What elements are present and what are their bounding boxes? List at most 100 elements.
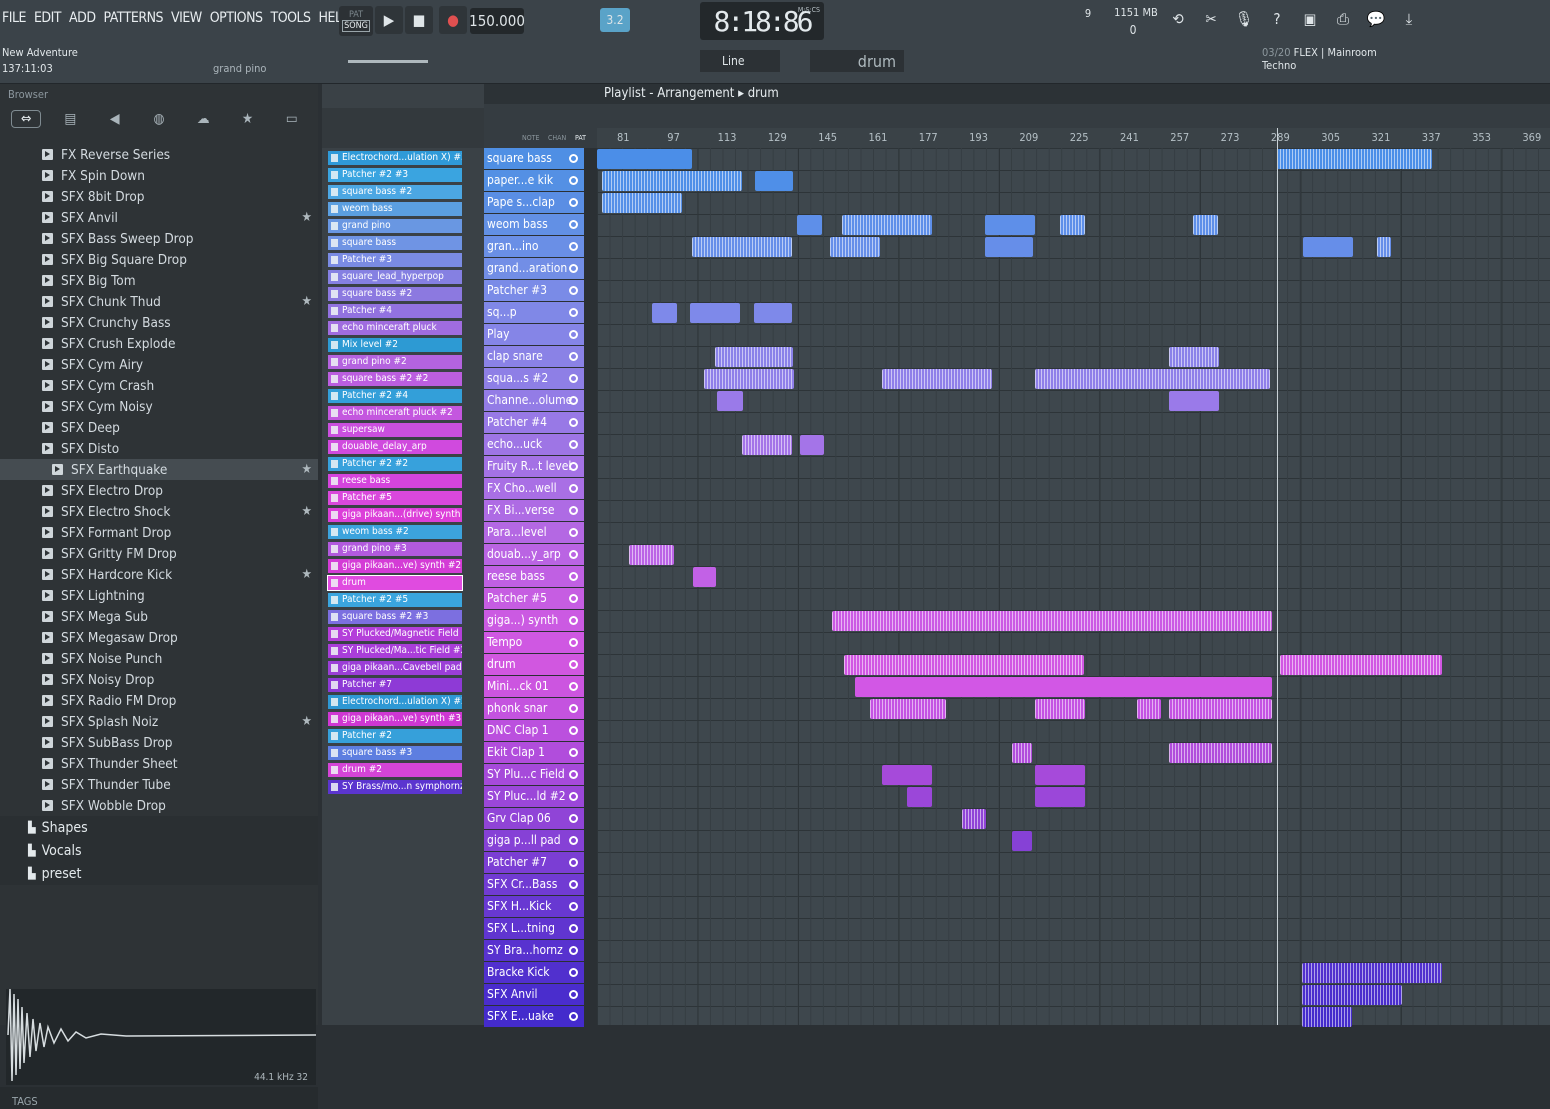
channel-button[interactable]: grand pino xyxy=(328,219,462,233)
track-mute-icon[interactable] xyxy=(569,374,578,383)
channel-button[interactable]: giga pikaan...(drive) synth xyxy=(328,508,462,522)
track-header[interactable]: DNC Clap 1 xyxy=(484,720,584,741)
channel-button[interactable]: Patcher #3 xyxy=(328,253,462,267)
track-header[interactable]: Play xyxy=(484,324,584,345)
menu-item[interactable]: OPTIONS xyxy=(210,10,263,26)
browser-item[interactable]: SFX Crunchy Bass xyxy=(0,312,318,333)
browser-item[interactable]: SFX Big Tom xyxy=(0,270,318,291)
channel-button[interactable]: Patcher #2 #4 xyxy=(328,389,462,403)
browser-item[interactable]: SFX Earthquake ★ xyxy=(0,459,318,480)
speaker-tab-icon[interactable]: ◀ xyxy=(100,111,130,127)
pattern-clip[interactable] xyxy=(844,655,1084,675)
track-header[interactable]: SY Plu...c Field xyxy=(484,764,584,785)
track-mute-icon[interactable] xyxy=(569,440,578,449)
pattern-clip[interactable] xyxy=(652,303,677,323)
star-icon[interactable]: ★ xyxy=(302,210,313,225)
pattern-clip[interactable] xyxy=(1012,743,1032,763)
browser-folder[interactable]: ▙ Shapes xyxy=(0,816,318,839)
browser-item[interactable]: SFX Cym Crash xyxy=(0,375,318,396)
track-header[interactable]: Ekit Clap 1 xyxy=(484,742,584,763)
track-header[interactable]: phonk snar xyxy=(484,698,584,719)
browser-item[interactable]: SFX Radio FM Drop xyxy=(0,690,318,711)
track-header[interactable]: Fruity R...t level xyxy=(484,456,584,477)
browser-item[interactable]: SFX Mega Sub xyxy=(0,606,318,627)
master-volume-slider[interactable] xyxy=(348,60,428,63)
cut-icon[interactable]: ✂ xyxy=(1197,5,1225,33)
channel-button[interactable]: douable_delay_arp xyxy=(328,440,462,454)
pattern-clip[interactable] xyxy=(1035,765,1085,785)
browser-item[interactable]: SFX Lightning xyxy=(0,585,318,606)
track-mute-icon[interactable] xyxy=(569,594,578,603)
star-icon[interactable]: ★ xyxy=(302,567,313,582)
menu-item[interactable]: ADD xyxy=(69,10,96,26)
track-header[interactable]: paper...e kik xyxy=(484,170,584,191)
track-mute-icon[interactable] xyxy=(569,154,578,163)
channel-button[interactable]: supersaw xyxy=(328,423,462,437)
track-mute-icon[interactable] xyxy=(569,572,578,581)
track-mute-icon[interactable] xyxy=(569,836,578,845)
channel-button[interactable]: Patcher #7 xyxy=(328,678,462,692)
track-mute-icon[interactable] xyxy=(569,286,578,295)
browser-item[interactable]: SFX Noisy Drop xyxy=(0,669,318,690)
track-mute-icon[interactable] xyxy=(569,506,578,515)
playhead[interactable] xyxy=(1277,128,1278,1025)
track-header[interactable]: echo...uck xyxy=(484,434,584,455)
channel-button[interactable]: giga pikaan...ve) synth #2 xyxy=(328,559,462,573)
news-panel[interactable]: 03/20 FLEX | Mainroom Techno xyxy=(1262,46,1432,78)
pattern-clip[interactable] xyxy=(754,303,792,323)
browser-item[interactable]: SFX Deep xyxy=(0,417,318,438)
pattern-clip[interactable] xyxy=(800,435,824,455)
track-header[interactable]: douab...y_arp xyxy=(484,544,584,565)
channel-button[interactable]: square bass #2 xyxy=(328,185,462,199)
channel-button[interactable]: giga pikaan...Cavebell pad xyxy=(328,661,462,675)
channel-button[interactable]: giga pikaan...ve) synth #3 xyxy=(328,712,462,726)
track-mute-icon[interactable] xyxy=(569,330,578,339)
channel-button[interactable]: grand pino #3 xyxy=(328,542,462,556)
track-header[interactable]: squa...s #2 xyxy=(484,368,584,389)
track-mute-icon[interactable] xyxy=(569,616,578,625)
track-header[interactable]: Mini...ck 01 xyxy=(484,676,584,697)
pattern-clip[interactable] xyxy=(1169,391,1219,411)
browser-item[interactable]: SFX Noise Punch xyxy=(0,648,318,669)
download-icon[interactable]: ⤓ xyxy=(1395,5,1423,33)
playlist-grid[interactable] xyxy=(597,148,1550,1027)
plugin-tab-icon[interactable]: ◍ xyxy=(144,111,174,127)
track-mute-icon[interactable] xyxy=(569,550,578,559)
track-mute-icon[interactable] xyxy=(569,660,578,669)
pattern-clip[interactable] xyxy=(1169,699,1272,719)
track-mute-icon[interactable] xyxy=(569,264,578,273)
browser-folder[interactable]: ▙ Vocals xyxy=(0,839,318,862)
pattern-song-toggle[interactable]: PAT SONG xyxy=(339,6,373,36)
pattern-clip[interactable] xyxy=(597,149,692,169)
browser-item[interactable]: SFX Megasaw Drop xyxy=(0,627,318,648)
pattern-clip[interactable] xyxy=(602,193,682,213)
track-header[interactable]: FX Bi...verse xyxy=(484,500,584,521)
channel-button[interactable]: Patcher #5 xyxy=(328,491,462,505)
pattern-clip[interactable] xyxy=(797,215,822,235)
track-header[interactable]: grand...aration xyxy=(484,258,584,279)
browser-item[interactable]: SFX Splash Noiz ★ xyxy=(0,711,318,732)
track-header[interactable]: Bracke Kick xyxy=(484,962,584,983)
track-mute-icon[interactable] xyxy=(569,990,578,999)
track-mute-icon[interactable] xyxy=(569,814,578,823)
star-icon[interactable]: ★ xyxy=(302,462,313,477)
channel-button[interactable]: Patcher #2 #5 xyxy=(328,593,462,607)
pattern-clip[interactable] xyxy=(1302,963,1442,983)
pattern-clip[interactable] xyxy=(1169,743,1272,763)
menu-item[interactable]: TOOLS xyxy=(271,10,312,26)
browser-item[interactable]: SFX Crush Explode xyxy=(0,333,318,354)
pattern-clip[interactable] xyxy=(1302,1007,1352,1027)
record-button[interactable]: ● xyxy=(439,6,467,34)
channel-button[interactable]: grand pino #2 xyxy=(328,355,462,369)
browser-item[interactable]: SFX Cym Airy xyxy=(0,354,318,375)
pattern-clip[interactable] xyxy=(1193,215,1218,235)
pattern-clip[interactable] xyxy=(1137,699,1161,719)
track-header[interactable]: giga p...ll pad xyxy=(484,830,584,851)
pattern-clip[interactable] xyxy=(907,787,932,807)
browser-item[interactable]: SFX Hardcore Kick ★ xyxy=(0,564,318,585)
pattern-clip[interactable] xyxy=(755,171,793,191)
track-header[interactable]: Patcher #4 xyxy=(484,412,584,433)
help-icon[interactable]: ? xyxy=(1263,5,1291,33)
track-mute-icon[interactable] xyxy=(569,308,578,317)
browser-item[interactable]: SFX 8bit Drop xyxy=(0,186,318,207)
